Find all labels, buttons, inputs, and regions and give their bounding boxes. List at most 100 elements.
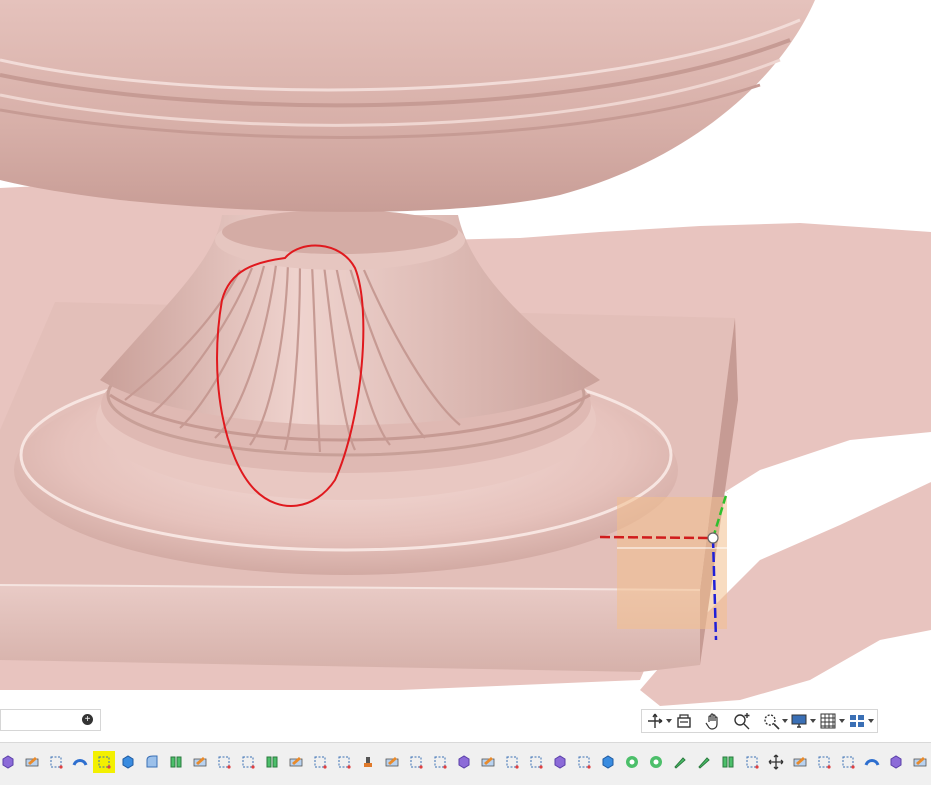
sketch-box-icon [506,756,519,769]
layout-button[interactable] [848,711,877,731]
command-toolbar [0,742,931,785]
display-monitor-icon [791,714,807,728]
green-split-icon [266,756,278,768]
toolbar-button-green-pen[interactable] [693,751,715,773]
toolbar-button-sketch-box[interactable] [237,751,259,773]
toolbar-button-sketch-box[interactable] [741,751,763,773]
orient-axes-icon [648,713,663,728]
toolbar-button-sketch-box[interactable] [45,751,67,773]
pencil-box-icon [385,757,399,767]
zoom-fit-button[interactable] [762,711,791,731]
sketch-box-icon [338,756,351,769]
plus-circle-icon[interactable]: + [82,714,93,725]
cube-purple-icon [2,755,14,769]
toolbar-button-sketch-box[interactable] [837,751,859,773]
zoom-in-button[interactable] [733,711,762,731]
green-pen-icon [674,757,686,769]
toolbar-button-blue-arc[interactable] [861,751,883,773]
scan-model-scene[interactable] [0,0,931,738]
toolbar-button-cube-purple[interactable] [453,751,475,773]
zoom-in-icon [733,713,750,730]
cube-purple-icon [554,755,566,769]
toolbar-button-green-target[interactable] [645,751,667,773]
zoom-fit-icon [763,714,780,730]
layout-icon [850,715,865,727]
sketch-box-icon [434,756,447,769]
3d-viewport[interactable]: + [0,0,931,738]
toolbar-button-move-arrows[interactable] [765,751,787,773]
cube-purple-icon [890,755,902,769]
toolbar-button-pencil-box[interactable] [285,751,307,773]
blue-arc-icon [72,759,88,766]
green-split-icon [722,756,734,768]
view-toolbar [641,709,878,733]
move-arrows-icon [768,754,784,770]
toolbar-button-green-split[interactable] [165,751,187,773]
chevron-down-icon [666,719,672,723]
toolbar-button-cube-purple[interactable] [0,751,19,773]
panel-field[interactable]: + [0,709,101,731]
toolbar-button-sketch-box[interactable] [813,751,835,773]
pencil-box-icon [481,757,495,767]
toolbar-button-pencil-box[interactable] [21,751,43,773]
toolbar-button-green-target[interactable] [621,751,643,773]
command-toolbar-row [0,751,931,775]
toolbar-button-green-pen[interactable] [669,751,691,773]
blue-sweep-icon [146,755,158,768]
sketch-box-icon [842,756,855,769]
stamp-icon [364,757,372,767]
pencil-box-icon [25,757,39,767]
toolbar-button-sketch-box[interactable] [525,751,547,773]
toolbar-button-blue-sweep[interactable] [141,751,163,773]
plinth-front-face [0,585,700,672]
pencil-box-icon [193,757,207,767]
blue-cube-icon [122,755,134,769]
pan-button[interactable] [704,711,733,731]
toolbar-button-green-split[interactable] [717,751,739,773]
orient-axes-button[interactable] [646,711,675,731]
toolbar-button-sketch-box[interactable] [573,751,595,773]
pencil-box-icon [289,757,303,767]
toolbar-button-pencil-box[interactable] [189,751,211,773]
toolbar-button-sketch-box[interactable] [309,751,331,773]
green-split-icon [170,756,182,768]
sketch-box-icon [410,756,423,769]
sketch-box-icon [242,756,255,769]
toolbar-button-pencil-box[interactable] [477,751,499,773]
toolbar-button-cube-purple[interactable] [885,751,907,773]
section-view-button[interactable] [675,711,704,731]
display-button[interactable] [790,711,819,731]
chevron-down-icon [868,719,875,723]
chevron-down-icon [810,719,817,723]
grid-button[interactable] [819,711,848,731]
cube-purple-icon [458,755,470,769]
toolbar-button-pencil-box[interactable] [789,751,811,773]
triad-origin [707,532,719,544]
sketch-box-icon [746,756,759,769]
chevron-down-icon [781,719,788,723]
toolbar-button-sketch-box[interactable] [333,751,355,773]
toolbar-button-sketch-box[interactable] [429,751,451,773]
toolbar-button-pencil-box[interactable] [381,751,403,773]
toolbar-button-blue-cube[interactable] [597,751,619,773]
toolbar-button-sketch-box[interactable] [93,751,115,773]
sketch-box-icon [530,756,543,769]
sketch-box-icon [578,756,591,769]
toolbar-button-sketch-box[interactable] [501,751,523,773]
toolbar-button-pencil-box[interactable] [909,751,931,773]
sketch-box-icon [218,756,231,769]
toolbar-button-blue-arc[interactable] [69,751,91,773]
green-target-icon [626,756,638,768]
blue-arc-icon [864,759,880,766]
toolbar-button-sketch-box[interactable] [405,751,427,773]
toolbar-button-blue-cube[interactable] [117,751,139,773]
chevron-down-icon [839,719,846,723]
toolbar-button-stamp[interactable] [357,751,379,773]
toolbar-button-cube-purple[interactable] [549,751,571,773]
section-view-icon [677,714,691,728]
sketch-box-icon [50,756,63,769]
toolbar-button-sketch-box[interactable] [213,751,235,773]
green-pen-icon [698,757,710,769]
toolbar-button-green-split[interactable] [261,751,283,773]
green-target-icon [650,756,662,768]
